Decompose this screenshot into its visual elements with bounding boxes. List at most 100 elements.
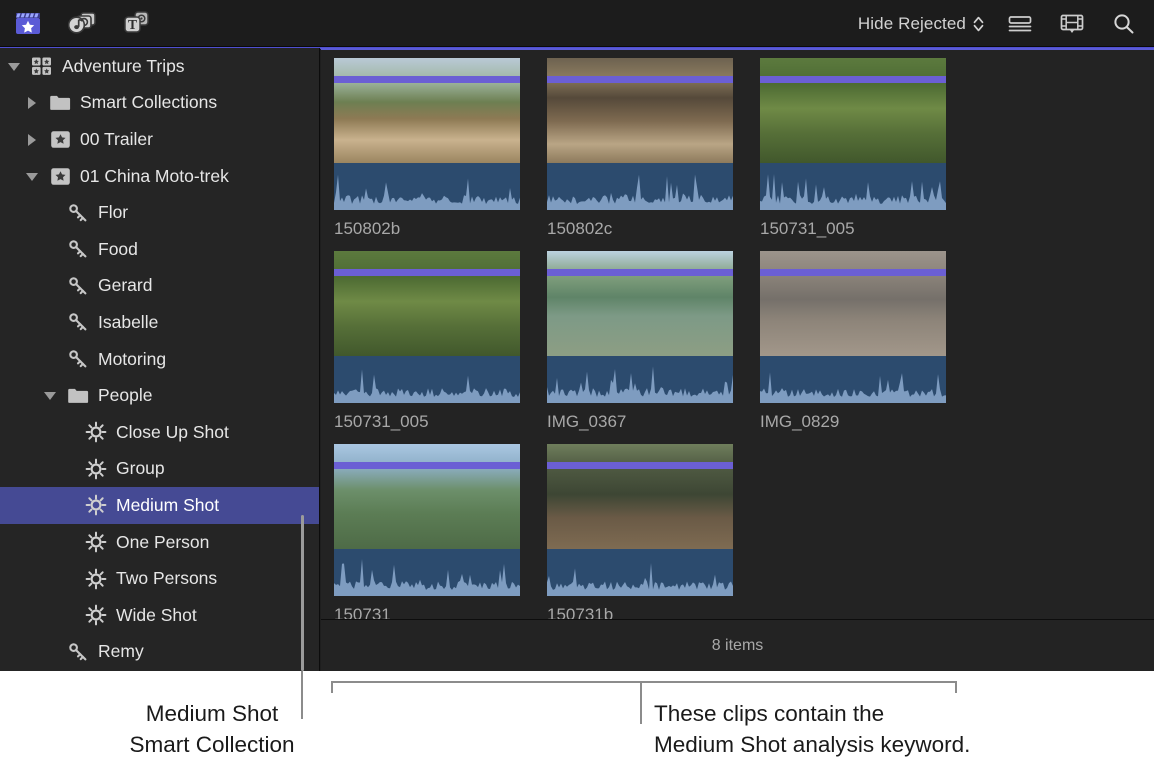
left-callout-line-2: Smart Collection	[122, 729, 302, 760]
chevron-updown-icon	[973, 16, 984, 32]
clip-item[interactable]: IMG_0829	[760, 251, 946, 432]
sidebar-item-food[interactable]: Food	[0, 231, 319, 268]
keyword-marker-bar[interactable]	[547, 269, 733, 276]
clip-thumbnail[interactable]	[334, 58, 520, 210]
clip-name-label: 150731_005	[760, 219, 946, 239]
disclosure-triangle-icon[interactable]	[26, 170, 39, 183]
sidebar-item-isabelle[interactable]: Isabelle	[0, 304, 319, 341]
disclosure-triangle-icon[interactable]	[44, 389, 57, 402]
keyword-marker-bar[interactable]	[334, 269, 520, 276]
sidebar-item-gerard[interactable]: Gerard	[0, 268, 319, 305]
sidebar-item-label: Smart Collections	[80, 92, 217, 113]
smart-collection-icon	[84, 531, 108, 553]
sidebar-item-label: Gerard	[98, 275, 152, 296]
clip-item[interactable]: 150731_005	[334, 251, 520, 432]
sidebar-item-smart-collections[interactable]: Smart Collections	[0, 85, 319, 122]
libraries-sidebar[interactable]: Adventure Trips Smart Collections 00 Trail…	[0, 48, 320, 671]
sidebar-scrollbar[interactable]	[301, 515, 304, 671]
clip-item[interactable]: 150731b	[547, 444, 733, 619]
disclosure-spacer	[62, 462, 75, 475]
audio-waveform	[547, 356, 733, 403]
keyword-marker-bar[interactable]	[760, 269, 946, 276]
clip-name-label: 150731b	[547, 605, 733, 619]
clip-appearance-icon[interactable]	[1004, 9, 1036, 39]
disclosure-triangle-icon[interactable]	[26, 133, 39, 146]
toolbar: T Hide Rejected	[0, 0, 1154, 47]
clip-thumbnail[interactable]	[760, 251, 946, 403]
clip-item[interactable]: 150731	[334, 444, 520, 619]
keyword-marker-bar[interactable]	[760, 76, 946, 83]
sidebar-item-people[interactable]: People	[0, 377, 319, 414]
sidebar-list: Adventure Trips Smart Collections 00 Trail…	[0, 48, 319, 670]
clip-item[interactable]: 150802c	[547, 58, 733, 239]
keyword-key-icon	[66, 275, 90, 297]
clip-thumbnail[interactable]	[760, 58, 946, 210]
clip-grid[interactable]: 150802b150802c150731_005150731_005IMG_03…	[321, 50, 1154, 619]
sidebar-item-two-persons[interactable]: Two Persons	[0, 560, 319, 597]
item-count-label: 8 items	[712, 637, 764, 655]
clip-thumbnail[interactable]	[547, 58, 733, 210]
keyword-marker-bar[interactable]	[334, 462, 520, 469]
sidebar-item-01-china-moto-trek[interactable]: 01 China Moto-trek	[0, 158, 319, 195]
right-callout-text: These clips contain the Medium Shot anal…	[654, 698, 1124, 760]
titles-generators-icon[interactable]: T	[120, 9, 152, 39]
sidebar-item-close-up-shot[interactable]: Close Up Shot	[0, 414, 319, 451]
clip-thumbnail[interactable]	[334, 251, 520, 403]
disclosure-triangle-icon[interactable]	[26, 96, 39, 109]
sidebar-item-adventure-trips[interactable]: Adventure Trips	[0, 48, 319, 85]
photos-audio-icon[interactable]	[66, 9, 98, 39]
sidebar-item-label: Flor	[98, 202, 128, 223]
clip-item[interactable]: 150802b	[334, 58, 520, 239]
clip-item[interactable]: 150731_005	[760, 58, 946, 239]
libraries-icon[interactable]	[12, 9, 44, 39]
hide-rejected-label: Hide Rejected	[858, 14, 966, 34]
clip-filmstrip-frame	[547, 251, 733, 356]
sidebar-item-label: Wide Shot	[116, 605, 197, 626]
clip-filmstrip-frame	[334, 251, 520, 356]
clip-thumbnail[interactable]	[547, 444, 733, 596]
sidebar-item-label: 00 Trailer	[80, 129, 153, 150]
audio-waveform	[334, 549, 520, 596]
disclosure-spacer	[62, 572, 75, 585]
sidebar-item-group[interactable]: Group	[0, 451, 319, 488]
clip-name-label: 150731	[334, 605, 520, 619]
keyword-marker-bar[interactable]	[334, 76, 520, 83]
left-callout-leader-line	[301, 671, 303, 719]
sidebar-item-label: Group	[116, 458, 165, 479]
sidebar-item-label: One Person	[116, 532, 209, 553]
sidebar-item-medium-shot[interactable]: Medium Shot	[0, 487, 319, 524]
keyword-marker-bar[interactable]	[547, 462, 733, 469]
sidebar-item-remy[interactable]: Remy	[0, 634, 319, 671]
keyword-key-icon	[66, 202, 90, 224]
clip-name-label: 150802b	[334, 219, 520, 239]
sidebar-item-flor[interactable]: Flor	[0, 194, 319, 231]
search-icon[interactable]	[1108, 9, 1140, 39]
sidebar-item-motoring[interactable]: Motoring	[0, 341, 319, 378]
sidebar-item-one-person[interactable]: One Person	[0, 524, 319, 561]
keyword-marker-bar[interactable]	[547, 76, 733, 83]
hide-rejected-popup[interactable]: Hide Rejected	[858, 14, 984, 34]
right-callout-bracket-right-tick	[955, 681, 957, 693]
right-callout-bracket-top	[331, 681, 957, 683]
right-callout-line-2: Medium Shot analysis keyword.	[654, 729, 1124, 760]
clip-filmstrip-frame	[334, 58, 520, 163]
clip-item[interactable]: IMG_0367	[547, 251, 733, 432]
disclosure-triangle-icon[interactable]	[8, 60, 21, 73]
folder-icon	[66, 385, 90, 407]
disclosure-spacer	[62, 536, 75, 549]
disclosure-spacer	[62, 609, 75, 622]
audio-waveform	[547, 549, 733, 596]
sidebar-item-label: Two Persons	[116, 568, 217, 589]
event-browser[interactable]: 150802b150802c150731_005150731_005IMG_03…	[321, 48, 1154, 671]
sidebar-item-wide-shot[interactable]: Wide Shot	[0, 597, 319, 634]
clip-thumbnail[interactable]	[334, 444, 520, 596]
clip-thumbnail[interactable]	[547, 251, 733, 403]
smart-collection-icon	[84, 494, 108, 516]
filmstrip-view-icon[interactable]	[1056, 9, 1088, 39]
clip-name-label: IMG_0829	[760, 412, 946, 432]
toolbar-left-group: T	[12, 0, 152, 47]
sidebar-item-00-trailer[interactable]: 00 Trailer	[0, 121, 319, 158]
folder-icon	[48, 92, 72, 114]
event-star-icon	[48, 128, 72, 150]
audio-waveform	[760, 163, 946, 210]
